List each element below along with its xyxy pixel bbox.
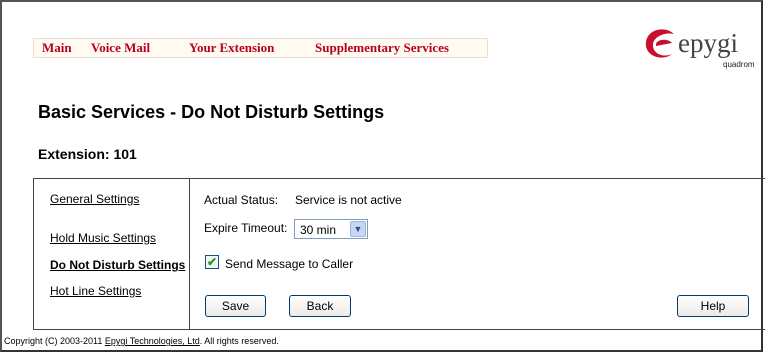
actual-status-value: Service is not active [295,193,402,207]
main-frame: Main Voice Mail Your Extension Supplemen… [0,0,765,352]
help-button[interactable]: Help [677,295,749,317]
settings-panel: General Settings Hold Music Settings Do … [33,178,765,330]
nav-voice-mail[interactable]: Voice Mail [91,40,150,56]
extension-label: Extension: 101 [38,146,137,162]
expire-timeout-label: Expire Timeout: [204,221,288,235]
logo-subtitle: quadrom [723,60,755,69]
send-message-label: Send Message to Caller [225,257,354,271]
page-title: Basic Services - Do Not Disturb Settings [38,102,385,122]
sidebar-item-hot-line-settings[interactable]: Hot Line Settings [50,284,141,298]
back-button[interactable]: Back [289,295,351,317]
save-button[interactable]: Save [205,295,266,317]
nav-your-extension[interactable]: Your Extension [189,40,274,56]
nav-supplementary-services[interactable]: Supplementary Services [315,40,449,56]
logo-swirl-icon [645,29,674,58]
send-message-checkbox[interactable]: ✔ [205,255,219,269]
settings-sidebar: General Settings Hold Music Settings Do … [34,179,190,329]
top-navigation: Main Voice Mail Your Extension Supplemen… [33,38,488,58]
logo-text: epygi [678,28,738,58]
sidebar-item-hold-music-settings[interactable]: Hold Music Settings [50,231,156,245]
copyright-suffix: . All rights reserved. [199,336,279,346]
copyright-footer: Copyright (C) 2003-2011 Epygi Technologi… [4,336,279,346]
epygi-logo: epygi quadrom [642,24,757,74]
sidebar-item-do-not-disturb-settings[interactable]: Do Not Disturb Settings [50,258,185,272]
checkmark-icon: ✔ [206,255,218,269]
nav-main[interactable]: Main [42,40,72,56]
settings-content: Actual Status: Service is not active Exp… [191,179,765,329]
copyright-prefix: Copyright (C) 2003-2011 [4,336,105,346]
actual-status-label: Actual Status: [204,193,279,207]
company-link[interactable]: Epygi Technologies, Ltd [105,336,200,346]
chevron-down-icon[interactable]: ▼ [350,221,366,237]
sidebar-item-general-settings[interactable]: General Settings [50,192,139,206]
expire-timeout-value: 30 min [300,223,337,237]
expire-timeout-select[interactable]: 30 min ▼ [294,219,368,239]
